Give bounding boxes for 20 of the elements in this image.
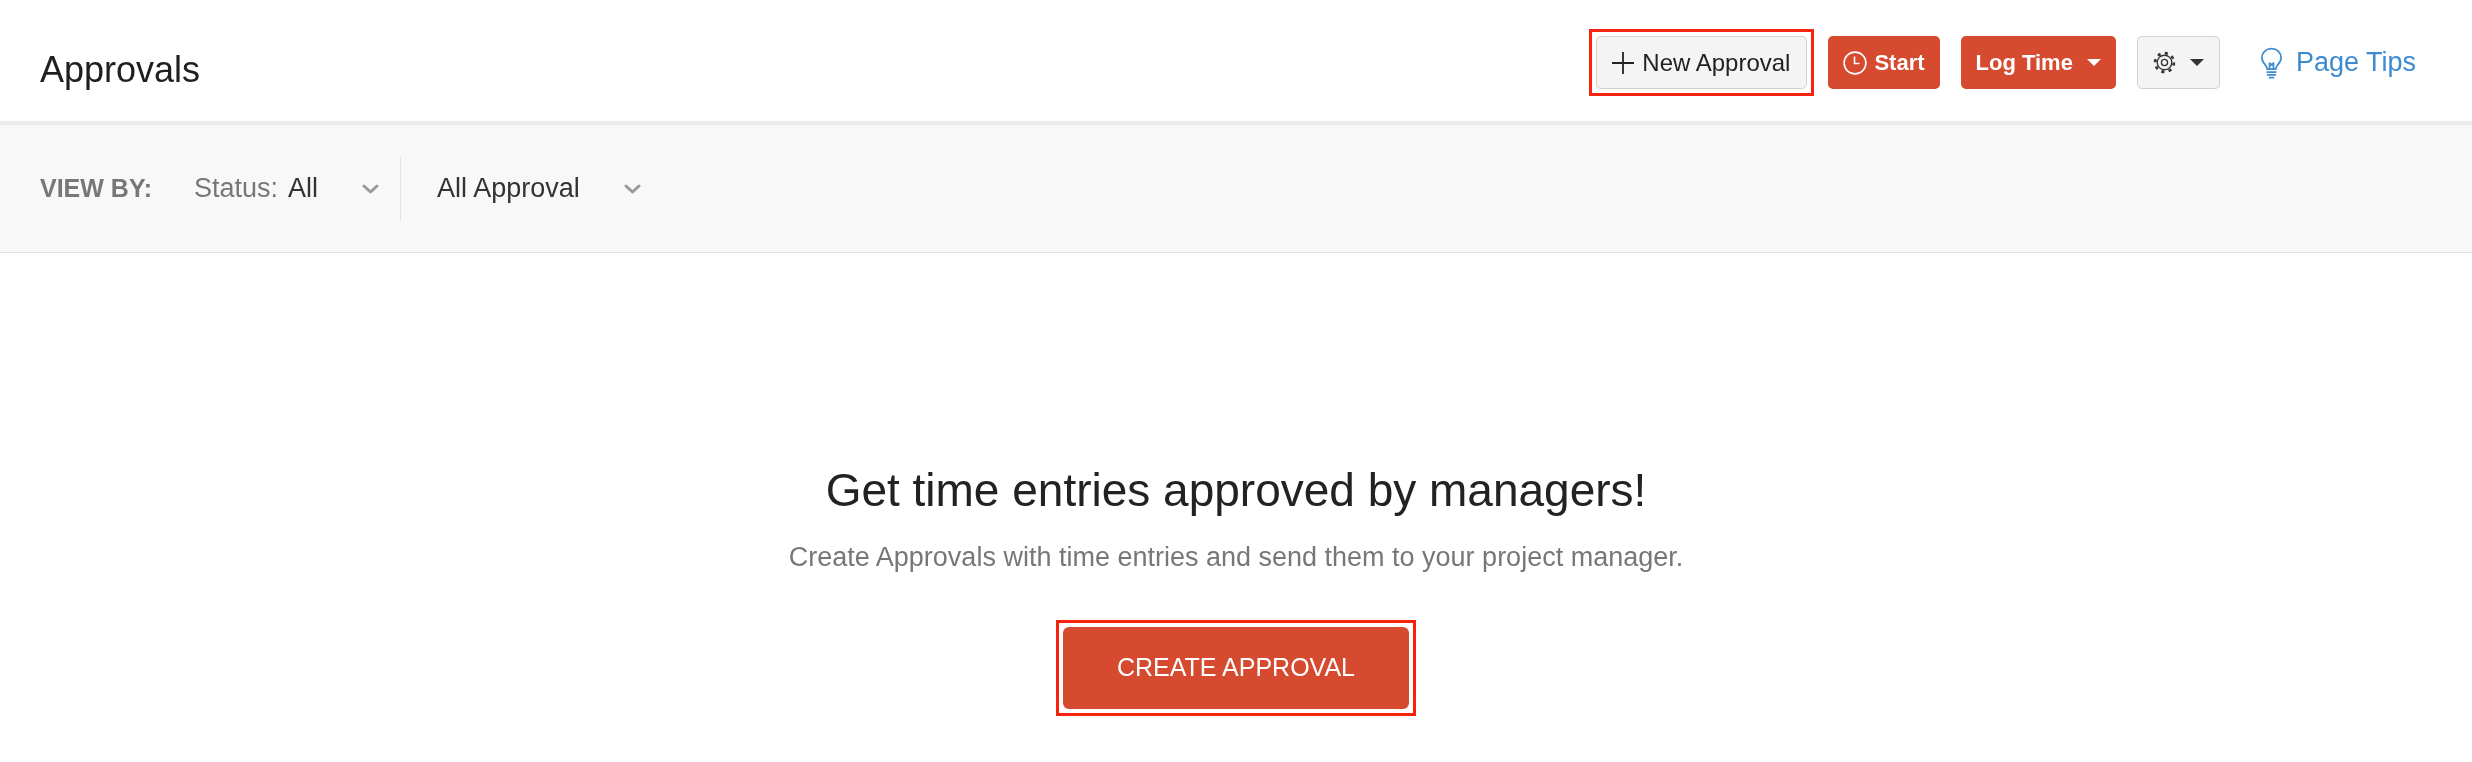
caret-icon	[2189, 59, 2204, 66]
new-button[interactable]: New Approval	[1596, 36, 1808, 89]
view-by-label: VIEW BY:	[40, 174, 153, 203]
chevron-down-icon	[362, 183, 380, 194]
clock-icon	[1843, 50, 1868, 75]
empty-state-message: Create Approvals with time entries and send them to your project manager.	[788, 541, 1684, 574]
plus-icon	[1611, 50, 1636, 75]
page-tips-link[interactable]: Page Tips	[2259, 36, 2416, 89]
lightbulb-icon	[2259, 46, 2283, 79]
start-timer-button[interactable]: Start	[1828, 36, 1940, 89]
log-time-dropdown-button[interactable]: Log Time	[1960, 36, 2116, 89]
chevron-down-icon	[623, 183, 641, 194]
create-approval-button[interactable]: CREATE APPROVAL	[1063, 626, 1409, 709]
settings-icon	[2152, 51, 2176, 74]
filter-dropdown[interactable]: Status: All	[194, 173, 380, 204]
caret-icon	[2086, 59, 2101, 66]
settings-button[interactable]	[2136, 36, 2220, 89]
empty-state-heading: Get time entries approved by managers!	[825, 463, 1647, 518]
page-title: Approvals	[40, 52, 201, 88]
filter-dropdown[interactable]: All Approval	[437, 173, 641, 204]
